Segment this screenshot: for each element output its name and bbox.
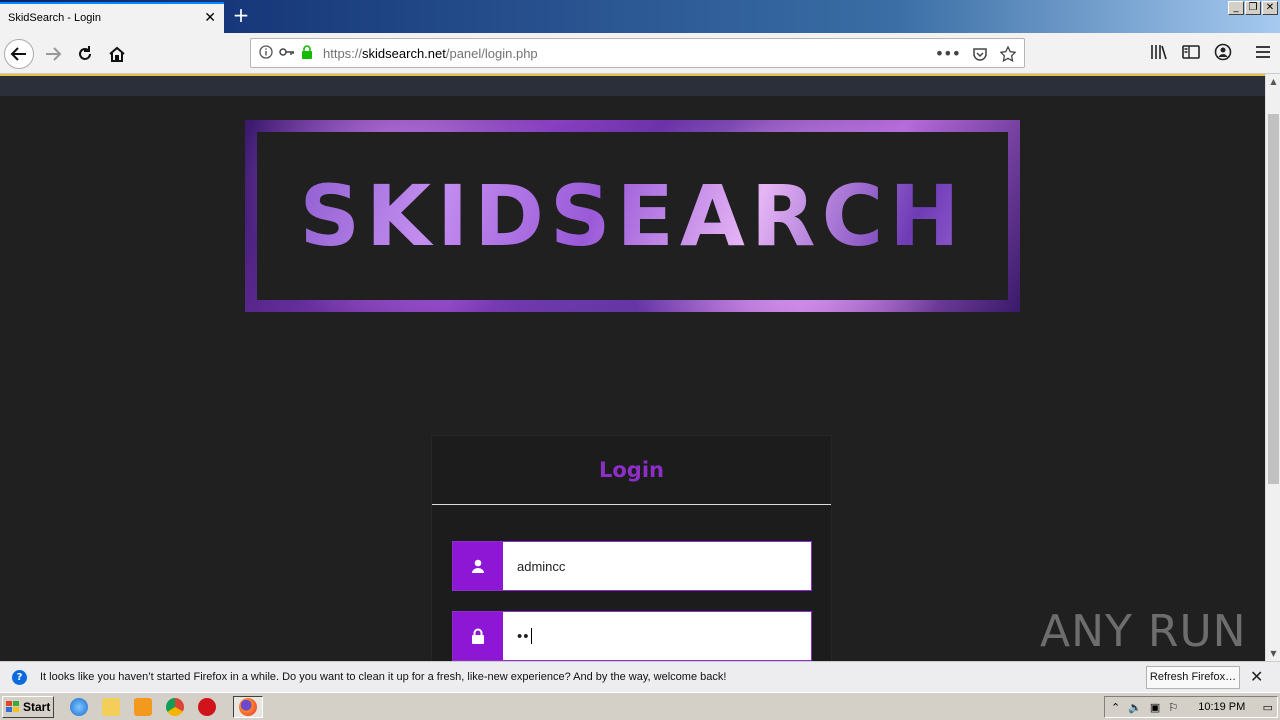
question-icon: ? [12,670,27,685]
url-path: /panel/login.php [445,46,538,61]
minimize-button[interactable]: _ [1228,1,1244,15]
network-icon[interactable]: ▣ [1150,701,1160,714]
watermark-text: ANY RUN [1040,606,1247,657]
opera-icon[interactable] [198,698,216,716]
home-icon [109,46,125,62]
close-notification-icon[interactable]: ✕ [1250,667,1263,686]
scroll-thumb[interactable] [1268,114,1279,484]
text-cursor [530,628,532,644]
bookmark-star-icon[interactable] [1000,45,1016,62]
anyrun-watermark: ANY RUN [1040,606,1252,657]
pocket-icon[interactable] [972,46,988,62]
account-icon[interactable] [1214,43,1232,61]
scroll-up-arrow-icon[interactable]: ▲ [1266,74,1280,89]
sidebar-icon[interactable] [1182,44,1200,60]
explorer-folder-icon[interactable] [102,698,120,716]
user-icon [453,542,503,590]
scroll-down-arrow-icon[interactable]: ▼ [1266,646,1280,661]
toolbar-right [1150,43,1272,61]
login-divider [432,504,831,505]
page-scrollbar[interactable]: ▲ ▼ [1265,74,1280,661]
taskbar: Start ⌃ 🔈 ▣ ⚐ 10:19 PM ▭ [0,692,1280,720]
maximize-button[interactable]: ❐ [1245,1,1261,15]
quick-launch [70,698,216,716]
tray-expand-icon[interactable]: ⌃ [1111,701,1120,714]
url-actions: ••• [935,44,1016,63]
notification-text: It looks like you haven’t started Firefo… [40,671,727,683]
play-logo-icon [1251,631,1252,632]
library-icon[interactable] [1150,44,1168,60]
refresh-firefox-button[interactable]: Refresh Firefox… [1146,666,1240,689]
back-button[interactable] [4,39,34,69]
navigation-toolbar: https://skidsearch.net/panel/login.php •… [0,33,1280,74]
password-row: •• [452,611,812,661]
login-title: Login [599,458,664,482]
url-text[interactable]: https://skidsearch.net/panel/login.php [323,46,538,61]
lock-icon[interactable] [301,45,313,59]
url-security-icons [259,45,313,59]
logo-text: SKIDSEARCH [257,132,1008,300]
back-arrow-icon [10,47,26,61]
forward-arrow-icon [46,47,62,61]
site-top-bar [0,76,1265,96]
reload-icon [79,46,91,60]
window-controls: _ ❐ ✕ [1228,1,1278,15]
url-bar[interactable]: https://skidsearch.net/panel/login.php •… [250,38,1025,68]
url-scheme: https:// [323,46,363,61]
home-button[interactable] [102,39,132,69]
ie-icon[interactable] [70,698,88,716]
new-tab-icon[interactable]: + [230,4,252,26]
tab-title: SkidSearch - Login [8,12,101,24]
password-input[interactable]: •• [503,612,811,660]
page-content: SKIDSEARCH Login admincc •• ANY RUN [0,76,1265,661]
url-host: skidsearch.net [362,46,446,61]
start-button[interactable]: Start [2,696,54,718]
media-player-icon[interactable] [134,698,152,716]
menu-icon[interactable] [1254,44,1272,60]
chrome-icon[interactable] [166,698,184,716]
login-card: Login admincc •• [431,435,832,661]
forward-button[interactable] [38,39,68,69]
firefox-task-button[interactable] [233,696,263,718]
system-tray: ⌃ 🔈 ▣ ⚐ 10:19 PM ▭ [1104,696,1278,718]
username-row: admincc [452,541,812,591]
password-dots: •• [517,627,530,645]
action-center-flag-icon[interactable]: ⚐ [1168,701,1178,714]
title-bar: SkidSearch - Login ✕ + _ ❐ ✕ [0,0,1280,33]
key-icon[interactable] [279,45,295,59]
username-input[interactable]: admincc [503,542,811,590]
firefox-icon [239,698,257,716]
clock: 10:19 PM [1198,701,1246,713]
page-actions-icon[interactable]: ••• [935,44,961,63]
tab-close-icon[interactable]: ✕ [204,10,216,26]
info-icon[interactable] [259,45,273,59]
logo-inner: SKIDSEARCH [257,132,1008,300]
browser-tab[interactable]: SkidSearch - Login ✕ [0,2,224,33]
reload-button[interactable] [70,39,100,69]
windows-logo-icon [6,701,19,712]
lock-icon [453,612,503,660]
notification-bar: ? It looks like you haven’t started Fire… [0,661,1280,692]
close-window-button[interactable]: ✕ [1262,1,1278,15]
volume-icon[interactable]: 🔈 [1128,701,1142,714]
start-label: Start [23,700,51,714]
show-desktop-icon[interactable]: ▭ [1263,701,1273,714]
site-logo: SKIDSEARCH [245,120,1020,312]
